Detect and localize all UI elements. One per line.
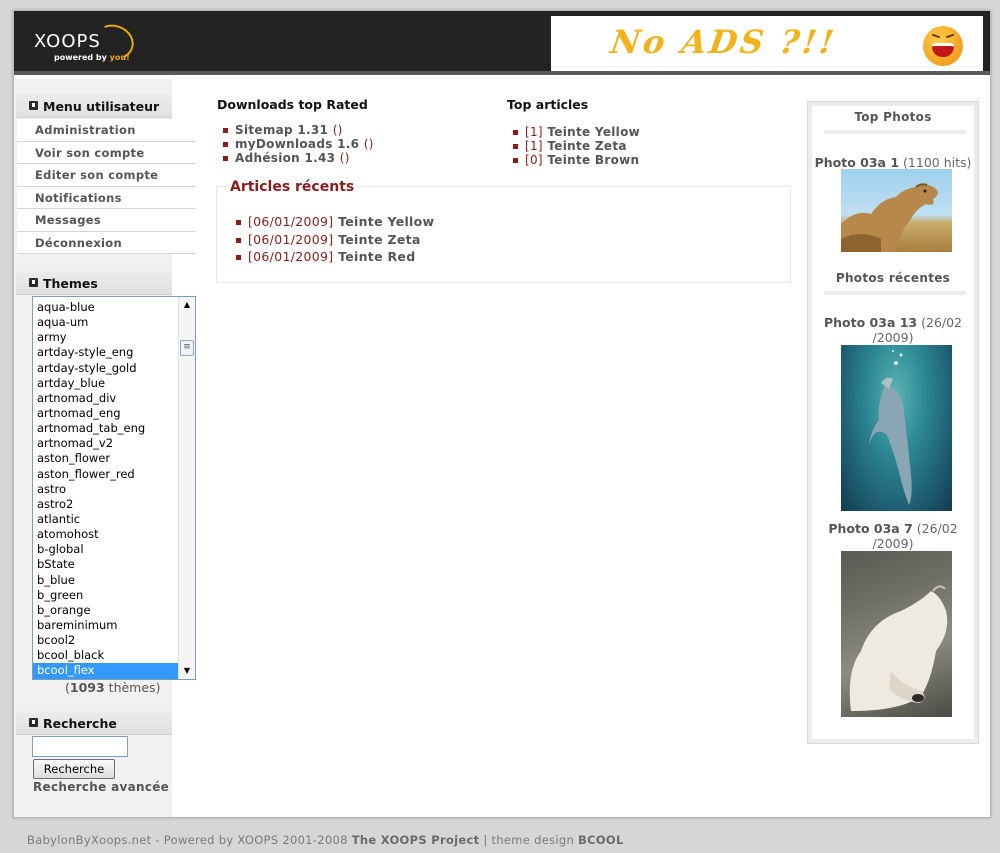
list-item[interactable]: [06/01/2009] Teinte Yellow xyxy=(235,213,434,231)
recent-articles-title: Articles récents xyxy=(228,179,357,195)
list-item[interactable]: myDownloads 1.6 () xyxy=(222,137,374,151)
list-item[interactable]: [06/01/2009] Teinte Red xyxy=(235,248,434,266)
theme-option[interactable]: astro2 xyxy=(33,497,178,512)
downloads-top-title: Downloads top Rated xyxy=(217,97,368,112)
photos-sidebar: Top Photos Photo 03a 1 (1100 hits) Photo… xyxy=(807,101,979,744)
top-articles-title: Top articles xyxy=(507,97,589,112)
polar-bear-photo[interactable] xyxy=(841,551,952,717)
divider xyxy=(824,291,966,295)
theme-option[interactable]: aqua-blue xyxy=(33,300,178,315)
photos-sidebar-inner: Top Photos Photo 03a 1 (1100 hits) Photo… xyxy=(812,106,974,739)
block-bullet-icon xyxy=(29,718,38,727)
list-item[interactable]: Adhésion 1.43 () xyxy=(222,151,374,165)
list-item[interactable]: [1] Teinte Zeta xyxy=(512,139,640,153)
themes-count: (1093 thèmes) xyxy=(65,680,161,695)
theme-option[interactable]: artnomad_eng xyxy=(33,406,178,421)
scroll-up-arrow-icon[interactable]: ▲ xyxy=(179,297,195,313)
dolphin-photo[interactable] xyxy=(841,345,952,511)
downloads-list: Sitemap 1.31 () myDownloads 1.6 () Adhés… xyxy=(222,123,374,165)
search-input[interactable] xyxy=(32,736,128,757)
list-item[interactable]: Sitemap 1.31 () xyxy=(222,123,374,137)
theme-option[interactable]: b_green xyxy=(33,588,178,603)
theme-option[interactable]: b_blue xyxy=(33,573,178,588)
polar-bear-image xyxy=(849,585,948,711)
logo-subtitle: powered by you! xyxy=(54,53,130,62)
theme-option[interactable]: artday-style_gold xyxy=(33,361,178,376)
top-articles-list: [1] Teinte Yellow [1] Teinte Zeta [0] Te… xyxy=(512,125,640,167)
menu-item-messages[interactable]: Messages xyxy=(17,209,196,232)
theme-option[interactable]: army xyxy=(33,330,178,345)
theme-option[interactable]: artday_blue xyxy=(33,376,178,391)
themes-title: Themes xyxy=(16,271,172,295)
block-bullet-icon xyxy=(29,278,38,287)
theme-option[interactable]: aston_flower_red xyxy=(33,467,178,482)
theme-option[interactable]: bState xyxy=(33,557,178,572)
recent-photo-caption[interactable]: Photo 03a 7 (26/02/2009) xyxy=(812,521,974,551)
list-item[interactable]: [1] Teinte Yellow xyxy=(512,125,640,139)
block-bullet-icon xyxy=(29,101,38,110)
search-button[interactable]: Recherche xyxy=(33,759,115,779)
scroll-thumb[interactable]: ≡ xyxy=(180,340,194,356)
theme-option[interactable]: bcool_flex xyxy=(33,663,178,679)
menu-item-editer-compte[interactable]: Editer son compte xyxy=(17,164,196,187)
top-photos-title: Top Photos xyxy=(854,110,932,124)
theme-option[interactable]: bcool2 xyxy=(33,633,178,648)
theme-option[interactable]: bareminimum xyxy=(33,618,178,633)
ad-banner[interactable]: No ADS ?!! xyxy=(551,16,983,71)
theme-option[interactable]: artnomad_div xyxy=(33,391,178,406)
theme-option[interactable]: aston_flower xyxy=(33,451,178,466)
theme-option[interactable]: bcool_black xyxy=(33,648,178,663)
theme-option[interactable]: artnomad_tab_eng xyxy=(33,421,178,436)
recent-articles-list: [06/01/2009] Teinte Yellow [06/01/2009] … xyxy=(235,213,434,266)
advanced-search-link[interactable]: Recherche avancée xyxy=(33,780,169,794)
theme-option[interactable]: aqua-um xyxy=(33,315,178,330)
recent-photo-caption[interactable]: Photo 03a 13 (26/02/2009) xyxy=(812,315,974,345)
scroll-down-arrow-icon[interactable]: ▼ xyxy=(179,663,195,679)
user-menu: Administration Voir son compte Editer so… xyxy=(17,119,196,254)
top-photo-caption[interactable]: Photo 03a 1 (1100 hits) xyxy=(812,155,974,170)
divider xyxy=(824,130,966,134)
xoops-project-link[interactable]: The XOOPS Project xyxy=(352,833,480,847)
menu-item-administration[interactable]: Administration xyxy=(17,119,196,142)
theme-option[interactable]: artday-style_eng xyxy=(33,345,178,360)
theme-option[interactable]: b_orange xyxy=(33,603,178,618)
banner-text: No ADS ?!! xyxy=(608,23,840,61)
camel-photo[interactable] xyxy=(841,169,952,252)
themes-listbox[interactable]: aqua-blue aqua-um army artday-style_eng artd… xyxy=(32,296,196,680)
recent-articles-box: Articles récents [06/01/2009] Teinte Yel… xyxy=(216,179,791,283)
theme-option[interactable]: astro xyxy=(33,482,178,497)
xoops-logo[interactable]: XOOPS powered by you! xyxy=(34,19,139,65)
search-title: Recherche xyxy=(16,711,172,735)
recent-photos-title: Photos récentes xyxy=(835,271,951,285)
themes-options: aqua-blue aqua-um army artday-style_eng artd… xyxy=(33,300,178,679)
theme-option[interactable]: atomohost xyxy=(33,527,178,542)
menu-item-deconnexion[interactable]: Déconnexion xyxy=(17,231,196,254)
site-footer: BabylonByXoops.net - Powered by XOOPS 20… xyxy=(27,833,624,847)
site-header: XOOPS powered by you! No ADS ?!! xyxy=(14,11,990,75)
themes-scrollbar[interactable]: ▲ ≡ ▼ xyxy=(178,297,195,679)
shouting-face-icon xyxy=(923,26,963,66)
user-menu-title: Menu utilisateur xyxy=(16,94,172,118)
logo-text: XOOPS xyxy=(34,31,101,52)
theme-option[interactable]: atlantic xyxy=(33,512,178,527)
dolphin-image xyxy=(869,350,912,505)
theme-option[interactable]: b-global xyxy=(33,542,178,557)
list-item[interactable]: [06/01/2009] Teinte Zeta xyxy=(235,231,434,249)
list-item[interactable]: [0] Teinte Brown xyxy=(512,153,640,167)
theme-option[interactable]: artnomad_v2 xyxy=(33,436,178,451)
menu-item-notifications[interactable]: Notifications xyxy=(17,186,196,209)
menu-item-voir-compte[interactable]: Voir son compte xyxy=(17,141,196,164)
designer-link[interactable]: BCOOL xyxy=(578,833,624,847)
camel-image xyxy=(841,183,938,252)
